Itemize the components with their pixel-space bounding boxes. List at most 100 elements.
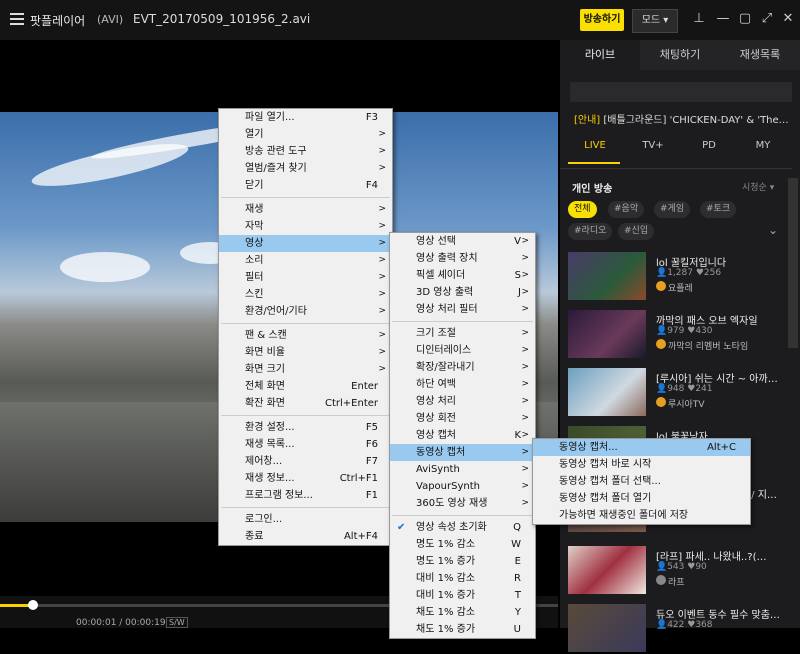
video-menu-item[interactable]: 영상 처리 > bbox=[390, 393, 535, 410]
video-menu-item[interactable]: 영상 선택 V > bbox=[390, 233, 535, 250]
video-menu-item[interactable]: 360도 영상 재생 > bbox=[390, 495, 535, 512]
menu-item[interactable]: 화면 비율 > bbox=[219, 344, 392, 361]
category-my[interactable]: MY bbox=[738, 140, 788, 151]
video-menu-item[interactable]: 영상 캡처 K > bbox=[390, 427, 535, 444]
search-input[interactable] bbox=[570, 82, 792, 102]
avatar bbox=[656, 575, 666, 585]
menu-item[interactable]: 프로그램 정보... F1 bbox=[219, 487, 392, 504]
chip-game[interactable]: #게임 bbox=[654, 201, 691, 218]
seek-handle[interactable] bbox=[28, 600, 38, 610]
video-menu-item[interactable]: 명도 1% 증가 E bbox=[390, 553, 535, 570]
menu-item[interactable]: 파일 열기... F3 bbox=[219, 109, 392, 126]
tab-playlist[interactable]: 재생목록 bbox=[720, 40, 800, 70]
close-icon[interactable]: ✕ bbox=[781, 12, 795, 26]
capture-menu-item[interactable]: 동영상 캡처... Alt+C bbox=[533, 439, 750, 456]
menu-item[interactable]: 전체 화면 Enter bbox=[219, 378, 392, 395]
menu-item-label: 영상 회전 bbox=[416, 413, 456, 424]
stream-stats: 👤422 ♥368 bbox=[656, 620, 713, 630]
menu-item-label: 로그인... bbox=[245, 514, 283, 525]
sidebar-scrollbar[interactable] bbox=[788, 178, 798, 348]
video-menu-item[interactable]: ✔ 영상 속성 초기화 Q bbox=[390, 519, 535, 536]
menu-item[interactable]: 재생 목록... F6 bbox=[219, 436, 392, 453]
category-tvplus[interactable]: TV+ bbox=[628, 140, 678, 151]
capture-menu-item[interactable]: 동영상 캡처 폴더 열기 bbox=[533, 490, 750, 507]
capture-menu-item[interactable]: 가능하면 재생중인 폴더에 저장 bbox=[533, 507, 750, 524]
video-menu-item[interactable]: 채도 1% 증가 U bbox=[390, 621, 535, 638]
video-menu-item[interactable]: VapourSynth > bbox=[390, 478, 535, 495]
menu-item[interactable]: 확잔 화면 Ctrl+Enter bbox=[219, 395, 392, 412]
menu-item-label: 명도 1% 증가 bbox=[416, 556, 476, 567]
menu-item-shortcut: Enter bbox=[351, 381, 378, 392]
speed-badge[interactable]: S/W bbox=[166, 617, 188, 628]
list-item[interactable]: 듀오 이벤트 동수 필수 맞춤… 👤422 ♥368 bbox=[568, 604, 792, 654]
list-item[interactable]: [라프] 파세.. 나왔내..?(… 👤543 ♥90 라프 bbox=[568, 546, 792, 596]
maximize-icon[interactable]: ▢ bbox=[738, 12, 752, 26]
menu-item[interactable]: 열기 > bbox=[219, 126, 392, 143]
chip-music[interactable]: #음악 bbox=[608, 201, 645, 218]
capture-menu-item[interactable]: 동영상 캡처 폴더 선택... bbox=[533, 473, 750, 490]
menu-item[interactable]: 필터 > bbox=[219, 269, 392, 286]
tab-live[interactable]: 라이브 bbox=[560, 40, 641, 70]
menu-item[interactable]: 열범/즐겨 찾기 > bbox=[219, 160, 392, 177]
menu-item[interactable]: 로그인... bbox=[219, 511, 392, 528]
chip-radio[interactable]: #라디오 bbox=[568, 223, 613, 240]
video-menu-item[interactable]: 영상 회전 > bbox=[390, 410, 535, 427]
list-item[interactable]: lol 꿀킬저입니다 👤1,287 ♥256 요플레 bbox=[568, 252, 792, 302]
stream-thumbnail bbox=[568, 546, 646, 594]
pin-icon[interactable]: ⊥ bbox=[692, 12, 706, 26]
submenu-arrow-icon: > bbox=[521, 396, 529, 406]
sort-dropdown[interactable]: 시청순 ▾ bbox=[742, 180, 774, 193]
menu-item[interactable]: 종료 Alt+F4 bbox=[219, 528, 392, 545]
menu-item[interactable]: 스킨 > bbox=[219, 286, 392, 303]
submenu-arrow-icon: > bbox=[378, 330, 386, 340]
video-menu-item[interactable]: 동영상 캡처 > bbox=[390, 444, 535, 461]
chip-talk[interactable]: #토크 bbox=[700, 201, 737, 218]
chip-all[interactable]: 전체 bbox=[568, 201, 597, 218]
broadcast-button[interactable]: 방송하기 bbox=[580, 9, 624, 31]
menu-item[interactable]: 재생 정보... Ctrl+F1 bbox=[219, 470, 392, 487]
video-menu-item[interactable]: 대비 1% 증가 T bbox=[390, 587, 535, 604]
video-menu-item[interactable]: 대비 1% 감소 R bbox=[390, 570, 535, 587]
video-menu-item[interactable]: 영상 출력 장치 > bbox=[390, 250, 535, 267]
chip-newbie[interactable]: #신입 bbox=[618, 223, 655, 240]
video-menu-item[interactable]: 크기 조절 > bbox=[390, 325, 535, 342]
video-menu-item[interactable]: 디인터레이스 > bbox=[390, 342, 535, 359]
menu-item-label: 화면 크기 bbox=[245, 364, 285, 375]
menu-item-label: 대비 1% 감소 bbox=[416, 573, 476, 584]
video-menu-item[interactable]: 명도 1% 감소 W bbox=[390, 536, 535, 553]
menu-item[interactable]: 방송 관련 도구 > bbox=[219, 143, 392, 160]
capture-menu-item[interactable]: 동영상 캡처 바로 시작 bbox=[533, 456, 750, 473]
menu-item[interactable]: 자막 > bbox=[219, 218, 392, 235]
menu-item[interactable]: 제어창... F7 bbox=[219, 453, 392, 470]
menu-item-label: 크기 조절 bbox=[416, 328, 456, 339]
menu-item[interactable]: 화면 크기 > bbox=[219, 361, 392, 378]
menu-item[interactable]: 소리 > bbox=[219, 252, 392, 269]
fullscreen-icon[interactable]: ⤢ bbox=[760, 12, 774, 26]
video-menu-item[interactable]: AviSynth > bbox=[390, 461, 535, 478]
menu-item[interactable]: 영상 > bbox=[219, 235, 392, 252]
menu-item[interactable]: 재생 > bbox=[219, 201, 392, 218]
video-menu-item[interactable]: 하단 여백 > bbox=[390, 376, 535, 393]
list-item[interactable]: 까막의 패스 오브 엑자일 👤979 ♥430 까막의 리멤버 노타임 bbox=[568, 310, 792, 360]
menu-item[interactable]: 닫기 F4 bbox=[219, 177, 392, 194]
menu-item-label: 채도 1% 감소 bbox=[416, 607, 476, 618]
list-item[interactable]: [루시아] 쉬는 시간 ~ 아까… 👤948 ♥241 루시아TV bbox=[568, 368, 792, 418]
video-menu-item[interactable]: 영상 처리 필터 > bbox=[390, 301, 535, 318]
menu-item[interactable]: 환경 설정... F5 bbox=[219, 419, 392, 436]
menu-icon[interactable] bbox=[10, 13, 24, 25]
minimize-icon[interactable]: — bbox=[716, 12, 730, 26]
category-live[interactable]: LIVE bbox=[570, 140, 620, 151]
menu-item[interactable]: 팬 & 스캔 > bbox=[219, 327, 392, 344]
category-pd[interactable]: PD bbox=[684, 140, 734, 151]
mode-dropdown[interactable]: 모드 ▾ bbox=[632, 9, 678, 33]
video-menu-item[interactable]: 확장/잘라내기 > bbox=[390, 359, 535, 376]
video-menu-item[interactable]: 3D 영상 출력 J > bbox=[390, 284, 535, 301]
menu-item[interactable]: 환경/언어/기타 > bbox=[219, 303, 392, 320]
notice-banner[interactable]: [안내] [배틀그라운드] 'CHICKEN-DAY' & 'The… bbox=[574, 111, 794, 126]
avatar bbox=[656, 281, 666, 291]
expand-chevron-icon[interactable]: ⌄ bbox=[768, 223, 778, 237]
video-menu-item[interactable]: 픽셀 셰이더 S > bbox=[390, 267, 535, 284]
video-menu-item[interactable]: 채도 1% 감소 Y bbox=[390, 604, 535, 621]
tab-chat[interactable]: 채팅하기 bbox=[640, 40, 721, 70]
stream-stats: 👤979 ♥430 bbox=[656, 326, 713, 336]
